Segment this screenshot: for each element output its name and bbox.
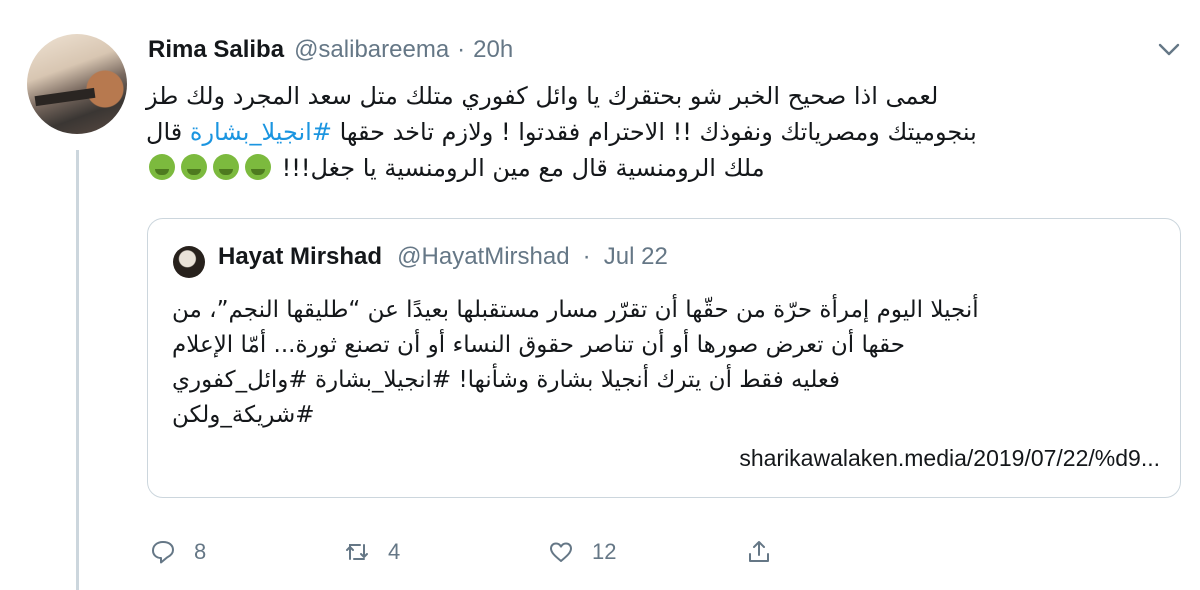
retweet-button[interactable]: 4: [344, 534, 400, 570]
tweet-text-segment: بنجوميتك ومصرياتك ونفوذك !! الاحترام فقد…: [339, 118, 977, 146]
action-bar: 8 4 12: [150, 534, 790, 574]
quoted-author-name[interactable]: Hayat Mirshad: [218, 243, 382, 270]
nauseated-face-icon: [181, 154, 207, 180]
avatar[interactable]: [27, 34, 127, 134]
tweet-text-segment: ملك الرومنسية قال مع مين الرومنسية يا جغ…: [281, 154, 765, 182]
author-name[interactable]: Rima Saliba: [148, 36, 284, 64]
reply-count: 8: [194, 539, 207, 564]
retweet-count: 4: [388, 539, 401, 564]
chevron-down-icon[interactable]: [1156, 40, 1182, 60]
thread-line: [76, 150, 79, 590]
quoted-text-line: حقها أن تعرض صورها أو أن تناصر حقوق النس…: [172, 332, 905, 358]
tweet-time[interactable]: 20h: [473, 36, 513, 64]
nauseated-face-icon: [213, 154, 239, 180]
quoted-text-line: أنجيلا اليوم إمرأة حرّة من حقّها أن تقرّ…: [172, 297, 979, 323]
retweet-icon: [346, 544, 368, 560]
like-button[interactable]: 12: [548, 534, 616, 570]
nauseated-face-icon: [149, 154, 175, 180]
share-button[interactable]: [746, 534, 772, 570]
quoted-author-handle[interactable]: @HayatMirshad: [397, 243, 569, 270]
quoted-link[interactable]: sharikawalaken.media/2019/07/22/%d9...: [739, 445, 1160, 472]
tweet-text-line: ملك الرومنسية قال مع مين الرومنسية يا جغ…: [146, 150, 1182, 186]
reply-button[interactable]: 8: [150, 534, 206, 570]
quoted-header: Hayat Mirshad @HayatMirshad · Jul 22: [218, 243, 668, 271]
tweet-text: لعمى اذا صحيح الخبر شو بحتقرك يا وائل كف…: [146, 78, 1182, 186]
quoted-text-line: #شريكة_ولكن: [172, 402, 315, 428]
hashtag-link[interactable]: #انجيلا_بشارة: [190, 118, 332, 146]
quoted-tweet-card[interactable]: Hayat Mirshad @HayatMirshad · Jul 22 أنج…: [147, 218, 1181, 498]
quoted-text-line: فعليه فقط أن يترك أنجيلا بشارة وشأنها! #…: [172, 367, 841, 393]
tweet-header: Rima Saliba @salibareema · 20h: [148, 36, 513, 64]
quoted-text: أنجيلا اليوم إمرأة حرّة من حقّها أن تقرّ…: [172, 293, 1162, 433]
author-handle[interactable]: @salibareema: [294, 36, 449, 64]
quoted-avatar[interactable]: [173, 246, 205, 278]
tweet-text-segment: قال: [146, 118, 183, 146]
reply-icon: [152, 541, 174, 564]
emoji-group: [146, 154, 274, 182]
separator-dot: ·: [457, 36, 466, 63]
tweet-text-line: لعمى اذا صحيح الخبر شو بحتقرك يا وائل كف…: [146, 82, 939, 110]
nauseated-face-icon: [245, 154, 271, 180]
separator-dot: ·: [582, 243, 591, 270]
heart-icon: [550, 542, 572, 562]
like-count: 12: [592, 539, 617, 564]
quoted-time[interactable]: Jul 22: [604, 243, 668, 270]
tweet-text-line: بنجوميتك ومصرياتك ونفوذك !! الاحترام فقد…: [146, 114, 1182, 150]
share-icon: [749, 541, 769, 562]
